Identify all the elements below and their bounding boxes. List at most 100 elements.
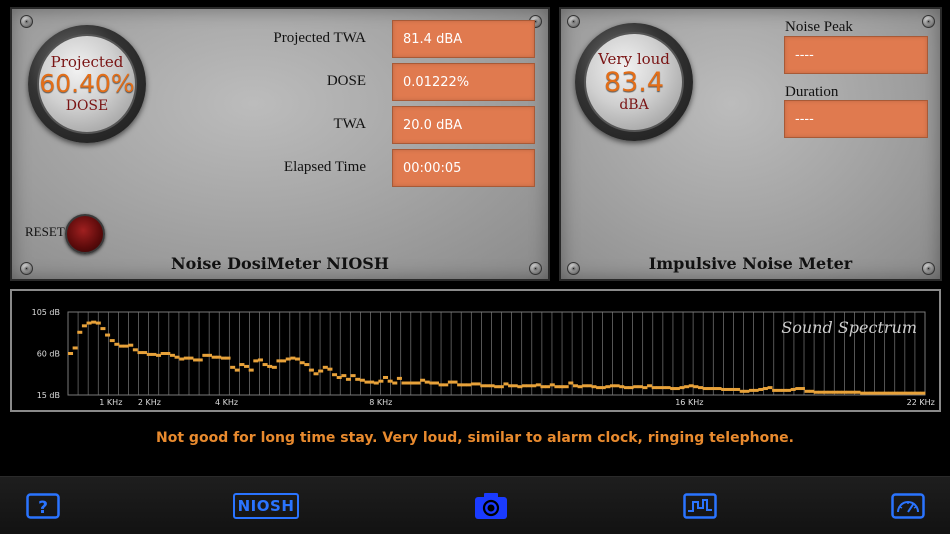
spectrum-level-mark (262, 363, 268, 367)
spectrum-level-mark (637, 385, 643, 389)
reset-button[interactable] (65, 214, 105, 254)
spectrum-level-mark (679, 386, 685, 390)
spectrum-level-mark (420, 378, 426, 382)
spectrum-level-mark (549, 383, 555, 387)
spectrum-level-mark (572, 384, 578, 388)
bottom-tab-bar: ? NIOSH (0, 476, 950, 534)
noise-peak-value: ---- (784, 36, 928, 74)
spectrum-level-mark (271, 365, 277, 369)
spectrum-level-mark (864, 391, 870, 395)
spectrum-level-mark (327, 367, 333, 371)
spectrum-level-mark (600, 386, 606, 390)
spectrum-level-mark (772, 388, 778, 392)
question-icon: ? (26, 493, 60, 519)
spectrum-level-mark (786, 388, 792, 392)
spectrum-level-mark (521, 384, 528, 388)
projected-twa-value: 81.4 dBA (392, 20, 535, 58)
niosh-tab[interactable]: NIOSH (232, 491, 300, 521)
spectrum-level-mark (355, 377, 361, 381)
spectrum-level-mark (415, 381, 421, 385)
spectrum-level-mark (850, 390, 856, 394)
spectrum-level-mark (142, 351, 148, 355)
impulsive-title: Impulsive Noise Meter (648, 254, 853, 273)
spectrum-level-mark (855, 390, 861, 394)
spectrum-level-mark (545, 385, 551, 389)
spectrum-level-mark (123, 344, 129, 348)
spectrum-level-mark (633, 385, 639, 389)
niosh-badge: NIOSH (232, 493, 300, 519)
spectrum-level-mark (95, 321, 101, 325)
spectrum-level-mark (836, 390, 843, 394)
spectrum-level-mark (461, 383, 467, 387)
help-tab[interactable]: ? (25, 491, 61, 521)
spectrum-level-mark (698, 386, 704, 390)
spectrum-level-mark (299, 361, 305, 365)
spectrum-level-mark (883, 391, 889, 395)
spectrum-level-mark (735, 387, 741, 391)
spectrum-level-mark (748, 388, 754, 392)
y-tick-label: 15 dB (37, 391, 60, 400)
spectrum-level-mark (577, 385, 583, 389)
spectrum-level-mark (619, 385, 625, 389)
spectrum-level-mark (915, 391, 921, 395)
spectrum-level-mark (609, 384, 616, 388)
spectrum-level-mark (392, 381, 398, 385)
spectrum-level-mark (753, 388, 759, 392)
spectrum-level-mark (494, 385, 500, 389)
spectrum-level-mark (475, 382, 481, 386)
spectrum-level-mark (304, 363, 310, 367)
spectrum-level-mark (313, 372, 319, 376)
spectrum-level-mark (188, 356, 194, 360)
spectrum-level-mark (281, 359, 287, 363)
spectrum-level-mark (711, 387, 717, 391)
meter-tab[interactable] (890, 491, 926, 521)
spectrum-level-mark (457, 383, 463, 387)
spectrum-level-mark (169, 353, 175, 357)
spectrum-level-mark (799, 387, 805, 391)
spectrum-level-mark (257, 358, 263, 362)
spectrum-level-mark (517, 385, 523, 389)
camera-tab[interactable] (473, 491, 509, 521)
spectrum-level-mark (813, 390, 819, 394)
spectrum-level-mark (716, 387, 722, 391)
spectrum-level-mark (336, 375, 342, 379)
spectrum-level-mark (674, 387, 680, 391)
dosimeter-title: Noise DosiMeter NIOSH (171, 254, 389, 273)
y-tick-label: 105 dB (32, 308, 60, 317)
spectrum-level-mark (68, 352, 74, 355)
spectrum-level-mark (197, 358, 203, 362)
gauge-top-label: Very loud (598, 49, 670, 68)
noise-description-message: Not good for long time stay. Very loud, … (156, 430, 794, 446)
spectrum-level-mark (424, 380, 430, 384)
dose-gauge: Projected 60.40% DOSE (28, 25, 146, 143)
twa-label: TWA (333, 116, 367, 132)
impulsive-noise-panel: Very loud 83.4 dBA Noise Peak ---- Durat… (559, 7, 942, 281)
spectrum-level-mark (276, 359, 282, 363)
elapsed-time-value: 00:00:05 (392, 149, 535, 187)
spectrum-level-mark (156, 353, 162, 357)
spectrum-level-mark (503, 382, 509, 386)
noise-dosimeter-panel: Projected 60.40% DOSE Projected TWA 81.4… (10, 7, 550, 281)
gauge-top-label: Projected (50, 52, 124, 71)
spectrum-level-mark (730, 387, 736, 391)
spectrum-level-mark (586, 384, 592, 388)
spectrum-level-mark (137, 351, 143, 355)
spectrum-level-mark (906, 391, 912, 395)
spectrum-level-mark (396, 376, 402, 380)
spectrum-level-mark (660, 386, 666, 390)
spectrum-level-mark (332, 373, 338, 377)
duration-value: ---- (784, 100, 928, 138)
spectrum-level-mark (179, 357, 185, 361)
spectrum-level-mark (526, 384, 532, 388)
spectrum-level-mark (684, 385, 690, 389)
spectrum-level-mark (81, 324, 87, 328)
spectrum-level-mark (647, 384, 653, 388)
spectrum-level-mark (818, 390, 824, 394)
spectrum-level-mark (596, 386, 602, 390)
waveform-icon (683, 493, 717, 519)
noise-peak-label: Noise Peak (785, 19, 853, 35)
spectrum-level-mark (267, 364, 273, 368)
spectrum-level-mark (665, 386, 671, 390)
spectrum-level-mark (508, 384, 514, 388)
spectrum-tab[interactable] (682, 491, 718, 521)
